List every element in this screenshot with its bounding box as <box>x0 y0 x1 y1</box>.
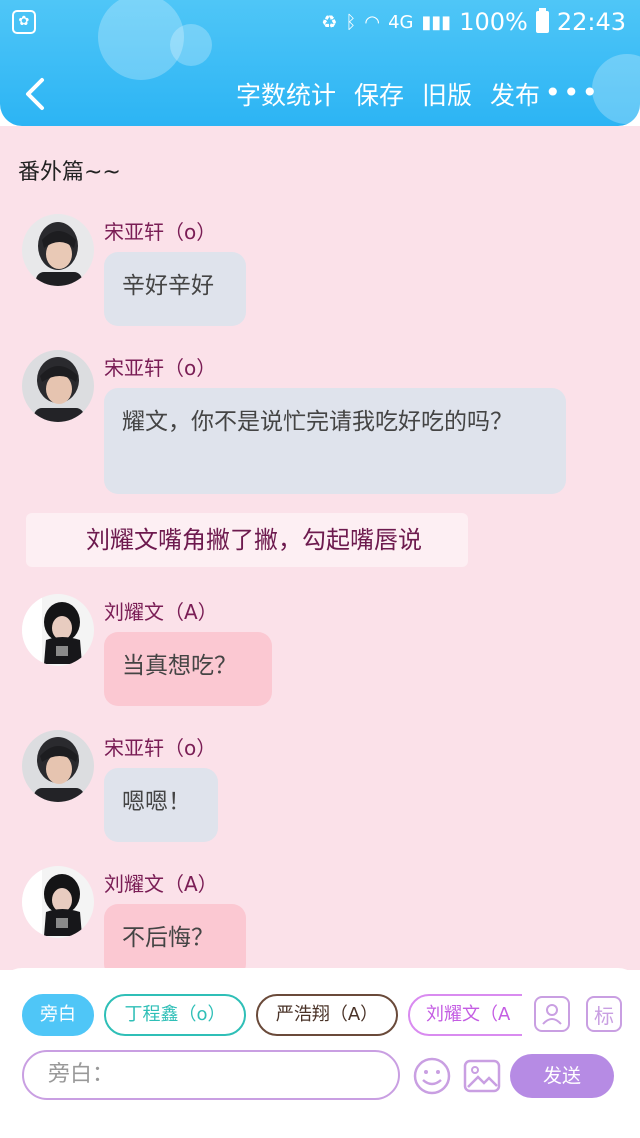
publish-button[interactable]: 发布 <box>490 76 540 112</box>
back-arrow-icon <box>26 78 44 110</box>
bottom-strip <box>0 1102 640 1138</box>
role-chip-ding-chengxin[interactable]: 丁程鑫（o） <box>104 994 246 1036</box>
message-bubble[interactable]: 耀文，你不是说忙完请我吃好吃的吗？ <box>104 388 566 494</box>
bluetooth-icon: ᛒ <box>345 11 357 33</box>
save-button[interactable]: 保存 <box>354 76 404 112</box>
composer-panel: 旁白 丁程鑫（o） 严浩翔（A） 刘耀文（A 标 旁白： 发送 <box>0 968 640 1102</box>
image-button[interactable] <box>462 1056 502 1096</box>
chat-message: 刘耀文（A） 不后悔？ <box>22 866 622 970</box>
message-bubble[interactable]: 嗯嗯！ <box>104 768 218 842</box>
avatar-image <box>22 350 94 422</box>
sender-name: 刘耀文（A） <box>104 872 218 896</box>
emoji-icon <box>413 1057 451 1095</box>
role-chip-yan-haoxiang[interactable]: 严浩翔（A） <box>256 994 398 1036</box>
role-chip-liu-yaowen[interactable]: 刘耀文（A <box>408 994 522 1036</box>
clock: 22:43 <box>556 8 626 36</box>
tag-icon[interactable]: 标 <box>586 996 622 1032</box>
role-manage-icon[interactable] <box>534 996 570 1032</box>
signal-icon: ▮▮▮ <box>421 11 452 33</box>
avatar-liu-yaowen[interactable] <box>22 866 94 938</box>
narration-line[interactable]: 刘耀文嘴角撇了撇，勾起嘴唇说 <box>26 513 468 567</box>
chapter-title: 番外篇~~ <box>18 160 121 185</box>
chat-message: 宋亚轩（o） 耀文，你不是说忙完请我吃好吃的吗？ <box>22 350 622 494</box>
image-icon <box>463 1059 501 1093</box>
sender-name: 宋亚轩（o） <box>104 736 217 760</box>
chat-message: 宋亚轩（o） 辛好辛好 <box>22 214 622 326</box>
wifi-icon: ◠ <box>364 11 381 33</box>
message-bubble[interactable]: 当真想吃？ <box>104 632 272 706</box>
toolbar: 字数统计 保存 旧版 发布 ••• <box>0 62 640 126</box>
send-button[interactable]: 发送 <box>510 1054 614 1098</box>
chat-message: 宋亚轩（o） 嗯嗯！ <box>22 730 622 842</box>
role-chips[interactable]: 旁白 丁程鑫（o） 严浩翔（A） 刘耀文（A <box>22 994 522 1038</box>
more-menu-button[interactable]: ••• <box>544 76 600 109</box>
status-indicators: ♻ ᛒ ◠ 4G ▮▮▮ 100% 22:43 <box>321 8 626 36</box>
avatar-image <box>22 594 94 666</box>
recycle-icon: ♻ <box>321 11 338 33</box>
message-bubble[interactable]: 不后悔？ <box>104 904 246 970</box>
role-chip-narration[interactable]: 旁白 <box>22 994 94 1036</box>
chat-area[interactable]: 番外篇~~ 宋亚轩（o） 辛好辛好 宋亚轩（o） 耀文，你不是说忙完请我吃好吃的… <box>0 126 640 970</box>
old-version-button[interactable]: 旧版 <box>422 76 472 112</box>
person-icon <box>542 1004 562 1025</box>
battery-percent: 100% <box>459 8 528 36</box>
back-button[interactable] <box>18 72 58 116</box>
status-bar: ✿ ♻ ᛒ ◠ 4G ▮▮▮ 100% 22:43 <box>0 0 640 44</box>
message-bubble[interactable]: 辛好辛好 <box>104 252 246 326</box>
baidu-paw-icon: ✿ <box>12 10 36 34</box>
avatar-image <box>22 214 94 286</box>
avatar-liu-yaowen[interactable] <box>22 594 94 666</box>
app-header: ✿ ♻ ᛒ ◠ 4G ▮▮▮ 100% 22:43 字数统计 保存 旧版 发布 … <box>0 0 640 126</box>
message-input[interactable]: 旁白： <box>22 1050 400 1100</box>
avatar-song-yaxuan[interactable] <box>22 214 94 286</box>
avatar-song-yaxuan[interactable] <box>22 350 94 422</box>
network-type: 4G <box>388 11 414 33</box>
sender-name: 宋亚轩（o） <box>104 220 217 244</box>
battery-icon <box>535 8 549 33</box>
sender-name: 宋亚轩（o） <box>104 356 217 380</box>
word-count-button[interactable]: 字数统计 <box>236 76 336 112</box>
toolbar-actions: 字数统计 保存 旧版 发布 <box>236 76 540 112</box>
emoji-button[interactable] <box>412 1056 452 1096</box>
avatar-song-yaxuan[interactable] <box>22 730 94 802</box>
sender-name: 刘耀文（A） <box>104 600 218 624</box>
avatar-image <box>22 866 94 938</box>
avatar-image <box>22 730 94 802</box>
chat-message: 刘耀文（A） 当真想吃？ <box>22 594 622 706</box>
